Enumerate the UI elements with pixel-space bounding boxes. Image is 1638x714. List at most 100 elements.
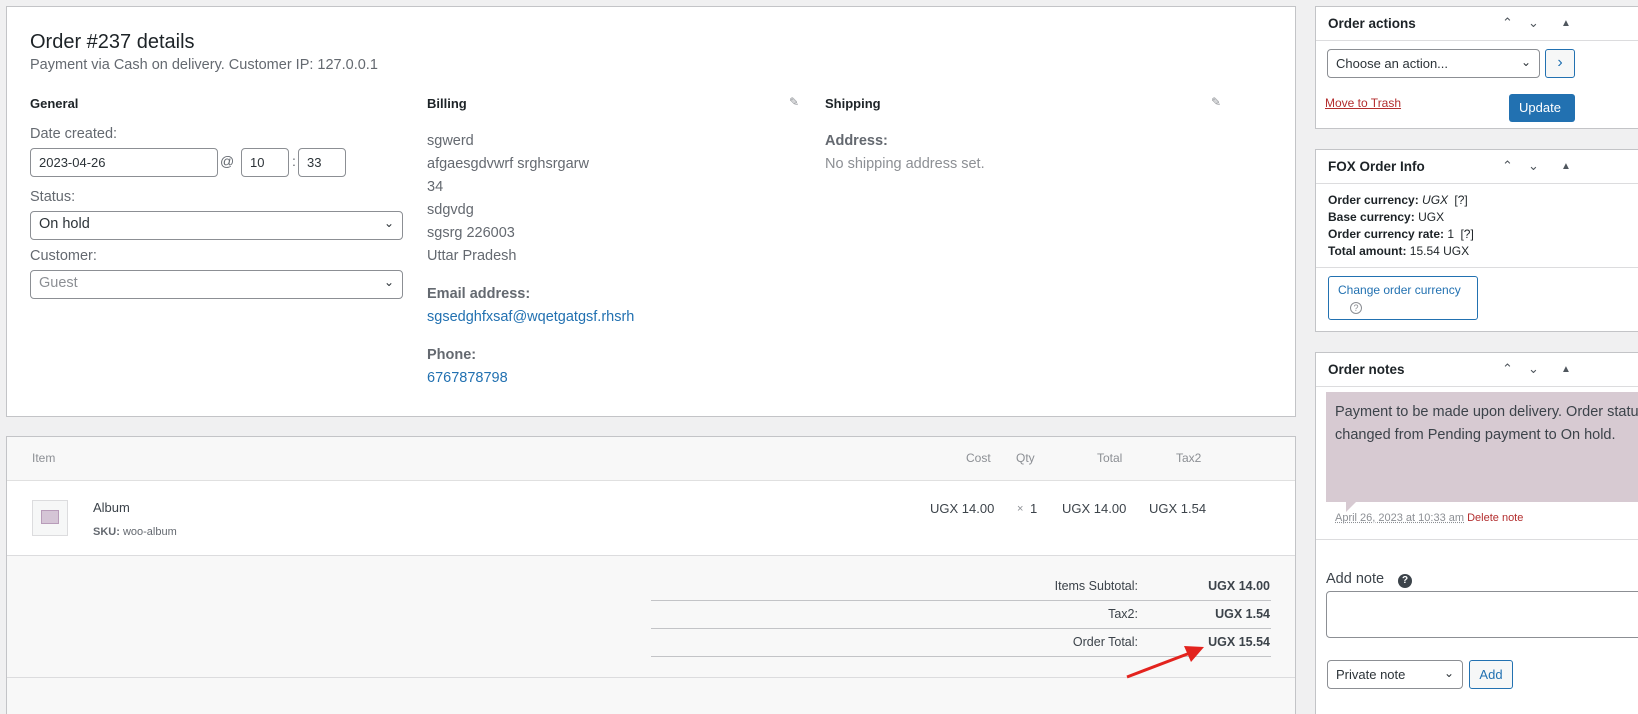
delete-note-link[interactable]: Delete note [1467, 512, 1523, 524]
change-currency-label: Change order currency [1338, 283, 1461, 297]
update-button[interactable]: Update [1509, 94, 1575, 122]
sku-label: SKU: [93, 526, 120, 538]
order-currency-line: Order currency: UGX [?] [1328, 193, 1468, 207]
move-up-icon[interactable]: ⌃ [1502, 15, 1513, 31]
billing-line: sdgvdg [427, 202, 474, 218]
order-items-panel: Item Cost Qty Total Tax2 Album SKU: woo-… [6, 436, 1296, 714]
order-action-select[interactable]: Choose an action... ⌄ [1327, 49, 1540, 78]
chevron-down-icon: ⌄ [1443, 666, 1454, 680]
help-link[interactable]: [?] [1454, 193, 1467, 207]
note-meta: April 26, 2023 at 10:33 am Delete note [1335, 512, 1523, 524]
product-name-link[interactable]: Album [93, 500, 130, 515]
note-date: April 26, 2023 at 10:33 am [1335, 512, 1465, 524]
order-details-panel: Order #237 details Payment via Cash on d… [6, 6, 1296, 417]
item-tax: UGX 1.54 [1149, 501, 1207, 516]
column-header-tax: Tax2 [1176, 451, 1202, 465]
item-cost: UGX 14.00 [930, 501, 995, 516]
subtotal-value: UGX 14.00 [1208, 579, 1270, 593]
order-action-value: Choose an action... [1336, 56, 1449, 71]
note-type-value: Private note [1336, 667, 1406, 682]
currency-rate-value: 1 [1447, 227, 1455, 241]
shipping-address-label: Address: [825, 133, 888, 149]
help-icon[interactable]: ? [1398, 574, 1413, 588]
billing-line: 34 [427, 179, 444, 195]
column-header-qty: Qty [1016, 451, 1035, 465]
billing-line: Uttar Pradesh [427, 248, 517, 264]
move-up-icon[interactable]: ⌃ [1502, 361, 1513, 377]
fox-info-header: FOX Order Info ⌃ ⌄ ▲ [1316, 150, 1638, 184]
tax-total-value: UGX 1.54 [1215, 607, 1270, 621]
currency-rate-line: Order currency rate: 1 [?] [1328, 227, 1474, 241]
item-total: UGX 14.00 [1062, 501, 1127, 516]
add-note-textarea[interactable] [1326, 591, 1638, 638]
base-currency-label: Base currency: [1328, 210, 1415, 224]
column-header-total: Total [1097, 451, 1123, 465]
hour-field[interactable]: 10 [241, 148, 289, 177]
divider [1316, 539, 1638, 540]
add-note-text: Add note [1326, 571, 1385, 587]
item-qty: 1 [1030, 501, 1038, 516]
chevron-down-icon: ⌄ [1520, 55, 1531, 69]
minute-field[interactable]: 33 [298, 148, 346, 177]
divider [651, 628, 1271, 629]
order-notes-box: Order notes ⌃ ⌄ ▲ Payment to be made upo… [1315, 352, 1638, 714]
add-note-button[interactable]: Add [1469, 660, 1513, 689]
total-amount-line: Total amount: 15.54 UGX [1328, 244, 1469, 258]
email-link[interactable]: sgsedghfxsaf@wqetgatgsf.rhsrh [427, 309, 634, 325]
order-notes-title: Order notes [1328, 362, 1405, 377]
add-note-label: Add note ? [1326, 571, 1413, 588]
base-currency-value: UGX [1418, 210, 1445, 224]
help-link[interactable]: [?] [1460, 227, 1473, 241]
annotation-arrow-icon [1126, 646, 1204, 679]
fox-order-info-box: FOX Order Info ⌃ ⌄ ▲ Order currency: UGX… [1315, 149, 1638, 332]
billing-line: sgwerd [427, 133, 474, 149]
customer-select[interactable]: Guest ⌄ [30, 270, 403, 299]
billing-line: afgaesgdvwrf srghsrgarw [427, 156, 589, 172]
move-down-icon[interactable]: ⌄ [1528, 158, 1539, 174]
order-actions-box: Order actions ⌃ ⌄ ▲ Choose an action... … [1315, 6, 1638, 129]
edit-billing-pencil-icon[interactable]: ✎ [789, 95, 799, 109]
toggle-panel-icon[interactable]: ▲ [1561, 161, 1571, 172]
move-down-icon[interactable]: ⌄ [1528, 15, 1539, 31]
order-actions-title: Order actions [1328, 16, 1416, 31]
product-sku: SKU: woo-album [93, 526, 177, 538]
phone-label: Phone: [427, 347, 477, 363]
table-row: Album SKU: woo-album UGX 14.00 × 1 UGX 1… [7, 481, 1295, 556]
edit-shipping-pencil-icon[interactable]: ✎ [1211, 95, 1221, 109]
note-tail [1346, 502, 1356, 512]
order-subtitle: Payment via Cash on delivery. Customer I… [30, 57, 378, 73]
status-select[interactable]: On hold ⌄ [30, 211, 403, 240]
toggle-panel-icon[interactable]: ▲ [1561, 364, 1571, 375]
fox-info-title: FOX Order Info [1328, 159, 1425, 174]
date-created-field[interactable]: 2023-04-26 [30, 148, 218, 177]
date-created-label: Date created: [30, 126, 118, 142]
at-separator: @ [220, 153, 235, 169]
product-thumbnail [32, 500, 68, 536]
chevron-down-icon: ⌄ [383, 216, 394, 230]
sku-value: woo-album [122, 526, 177, 538]
shipping-heading: Shipping [825, 96, 881, 111]
billing-heading: Billing [427, 96, 467, 111]
apply-action-button[interactable]: › [1545, 49, 1575, 78]
divider [7, 677, 1295, 678]
move-to-trash-link[interactable]: Move to Trash [1325, 96, 1401, 110]
toggle-panel-icon[interactable]: ▲ [1561, 18, 1571, 29]
billing-line: sgsrg 226003 [427, 225, 515, 241]
items-table-header: Item Cost Qty Total Tax2 [7, 437, 1295, 481]
order-totals: Items Subtotal: UGX 14.00 Tax2: UGX 1.54… [7, 556, 1295, 714]
total-amount-label: Total amount: [1328, 244, 1407, 258]
status-label: Status: [30, 189, 76, 205]
column-header-item: Item [32, 451, 56, 465]
total-amount-value: 15.54 UGX [1409, 244, 1470, 258]
general-heading: General [30, 96, 79, 111]
move-up-icon[interactable]: ⌃ [1502, 158, 1513, 174]
phone-link[interactable]: 6767878798 [427, 370, 508, 386]
base-currency-line: Base currency: UGX [1328, 210, 1444, 224]
divider [1316, 267, 1638, 268]
note-type-select[interactable]: Private note ⌄ [1327, 660, 1463, 689]
move-down-icon[interactable]: ⌄ [1528, 361, 1539, 377]
currency-rate-label: Order currency rate: [1328, 227, 1445, 241]
change-order-currency-button[interactable]: Change order currency ? [1328, 276, 1478, 320]
customer-label: Customer: [30, 248, 97, 264]
subtotal-label: Items Subtotal: [1054, 579, 1138, 593]
